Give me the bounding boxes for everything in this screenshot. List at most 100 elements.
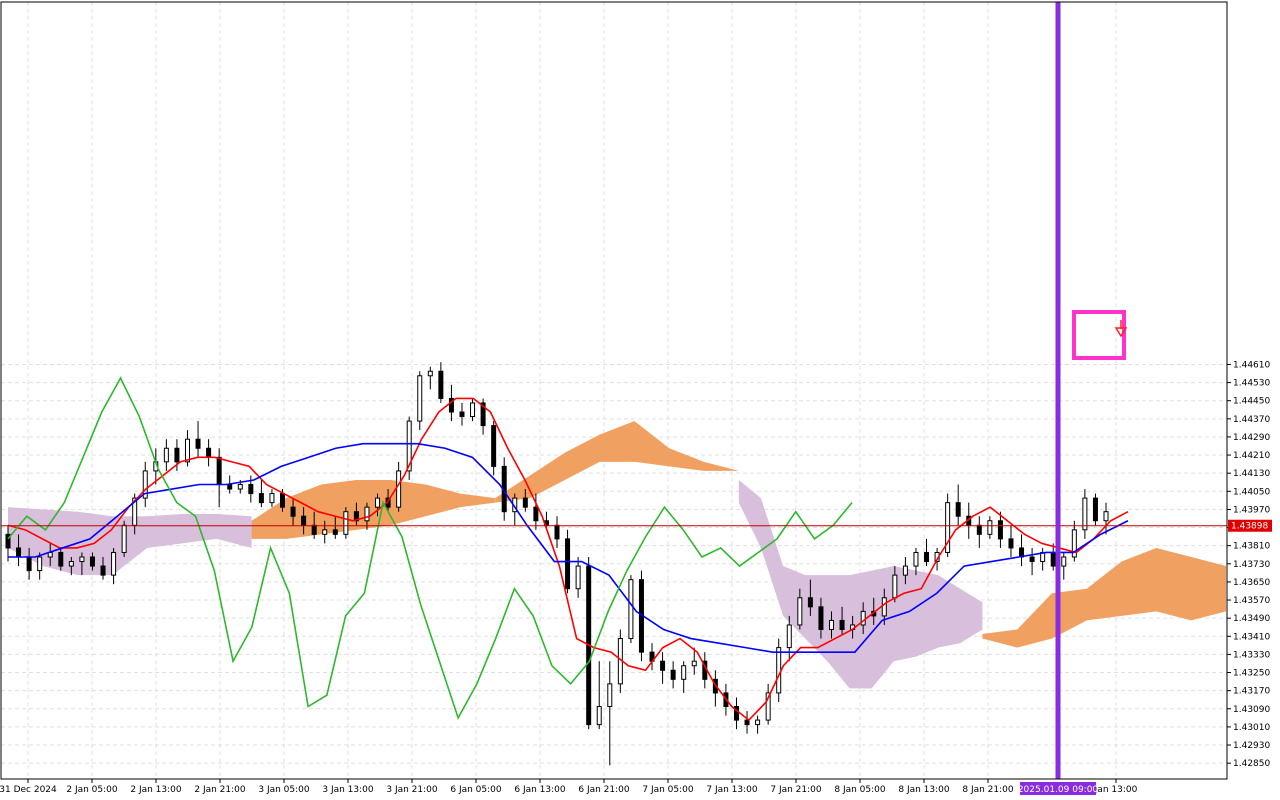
candle-body (269, 493, 275, 504)
candle-body (79, 556, 85, 563)
x-tick-label: 6 Jan 13:00 (514, 785, 566, 795)
y-tick-label: 1.43810 (1233, 542, 1270, 552)
candle-body (892, 574, 898, 599)
candle-body (491, 425, 497, 467)
x-tick-label: 7 Jan 21:00 (770, 785, 822, 795)
y-tick-label: 1.43170 (1233, 687, 1270, 697)
x-tick-label: 8 Jan 21:00 (962, 785, 1014, 795)
candle-body (37, 556, 43, 572)
candle-body (237, 484, 243, 490)
y-tick-label: 1.43970 (1233, 505, 1270, 515)
candle-body (290, 506, 296, 517)
x-tick-label: 2 Jan 21:00 (194, 785, 246, 795)
candle-body (522, 497, 528, 508)
candle-body (332, 529, 338, 535)
candle-body (227, 484, 233, 490)
candle-body (1103, 511, 1109, 522)
candle (628, 575, 634, 644)
candle-body (311, 524, 317, 535)
candle-body (829, 619, 834, 630)
candle-body (174, 447, 180, 463)
x-tick-label: 7 Jan 13:00 (706, 785, 758, 795)
candle-body (660, 660, 666, 671)
candle (1092, 493, 1098, 526)
candle-body (976, 524, 982, 535)
candle-body (691, 660, 697, 667)
y-tick-label: 1.43650 (1233, 578, 1270, 588)
y-tick-label: 1.43330 (1233, 650, 1270, 660)
chart-background (0, 0, 1280, 800)
candle-body (628, 579, 634, 640)
candle-body (89, 556, 95, 567)
candle-body (681, 665, 687, 680)
candle-body (1008, 538, 1014, 549)
candle-body (68, 561, 74, 567)
candle-body (427, 370, 433, 377)
x-tick-label: 2 Jan 13:00 (130, 785, 182, 795)
candle (417, 371, 423, 431)
candle-body (533, 506, 539, 522)
candle-body (924, 551, 930, 563)
y-tick-label: 1.44450 (1233, 397, 1270, 407)
y-tick-label: 1.43090 (1233, 705, 1270, 715)
x-tick-label: 8 Jan 13:00 (898, 785, 950, 795)
candle-body (997, 520, 1003, 540)
candle-body (280, 493, 285, 508)
y-tick-label: 1.43490 (1233, 614, 1270, 624)
x-tick-label: 3 Jan 21:00 (386, 785, 438, 795)
candle-body (786, 624, 792, 649)
candle-body (670, 669, 676, 680)
candle (776, 638, 782, 702)
candle-body (755, 719, 761, 726)
candle-body (163, 447, 169, 463)
candle-body (100, 565, 106, 576)
y-tick-label: 1.44370 (1233, 415, 1270, 425)
x-tick-label: 8 Jan 05:00 (834, 785, 886, 795)
y-tick-label: 1.44130 (1233, 469, 1270, 479)
candle-body (343, 511, 349, 535)
candle-body (195, 438, 201, 449)
candle-body (797, 597, 803, 626)
y-tick-label: 1.43730 (1233, 560, 1270, 570)
y-tick-label: 1.43250 (1233, 669, 1270, 679)
candle-body (902, 565, 908, 576)
candle-body (607, 683, 613, 708)
candle (406, 416, 412, 480)
candle-body (575, 565, 581, 590)
candle-body (1050, 551, 1056, 567)
candle-body (818, 606, 824, 630)
candle-body (417, 375, 423, 422)
candle-body (216, 456, 222, 486)
candle-body (121, 524, 127, 553)
candle-body (1061, 556, 1067, 567)
candle-body (26, 556, 32, 572)
candle-body (470, 402, 476, 418)
candle-body (955, 502, 961, 517)
candle-body (206, 447, 212, 458)
candle-body (438, 370, 444, 399)
candle-body (1029, 556, 1035, 563)
candle-body (301, 515, 307, 526)
y-tick-label: 1.42930 (1233, 741, 1270, 751)
candle-body (1092, 497, 1098, 522)
candle-body (111, 551, 117, 576)
candle-body (565, 538, 571, 590)
candle-body (248, 484, 254, 495)
ichimoku-price-chart: 1.44610 1.44530 1.44450 1.44370 1.44290 1.442… (0, 0, 1280, 800)
vertical-marker-label: 2025.01.09 09:00 (1018, 785, 1099, 795)
candle-body (1082, 497, 1088, 531)
candle-body (364, 506, 370, 522)
candle-body (396, 470, 402, 508)
candle-body (987, 520, 993, 535)
y-tick-label: 1.44610 (1233, 360, 1270, 370)
current-price-label: 1.43898 (1231, 522, 1268, 532)
candle-body (58, 551, 64, 567)
candle-body (839, 619, 845, 630)
candle-body (322, 529, 328, 535)
candle-body (258, 493, 264, 504)
x-tick-label: 31 Dec 2024 (0, 785, 57, 795)
y-tick-label: 1.44050 (1233, 487, 1270, 497)
candle-body (776, 647, 782, 694)
y-tick-label: 1.44210 (1233, 451, 1270, 461)
x-tick-label: 6 Jan 05:00 (450, 785, 502, 795)
